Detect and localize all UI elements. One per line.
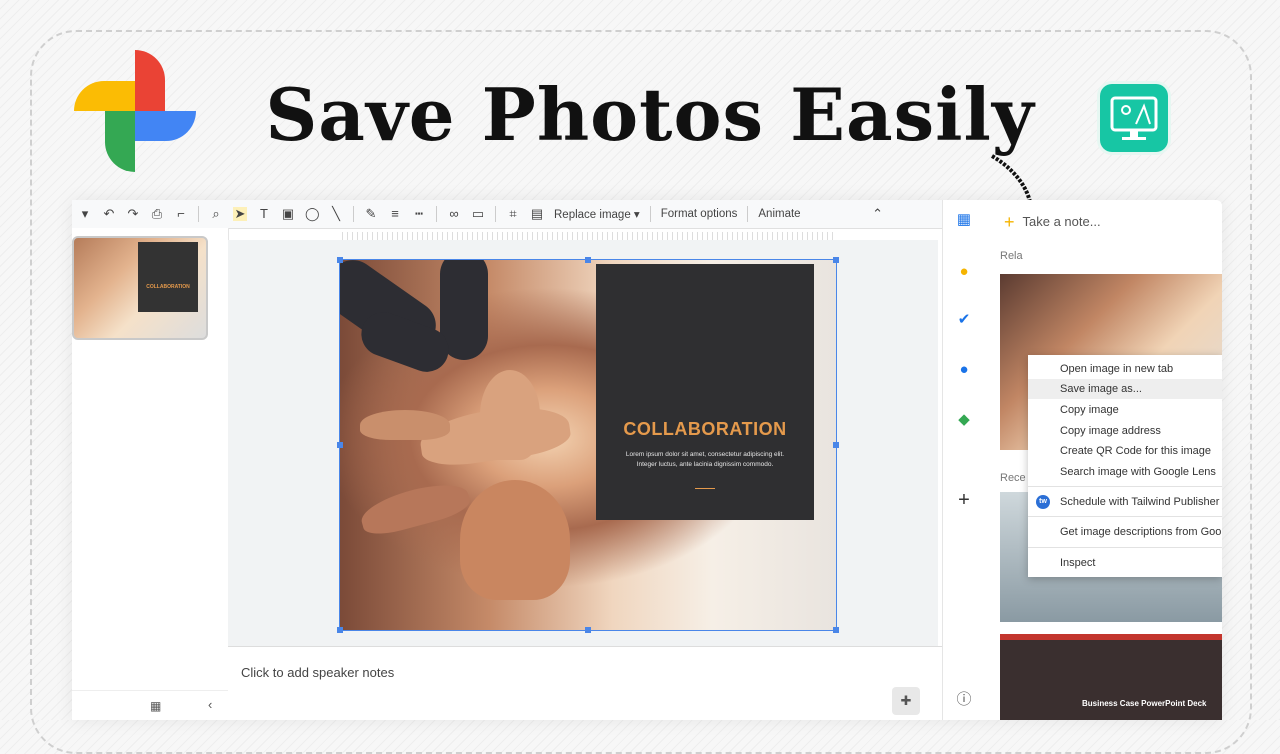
menu-item-image-descriptions[interactable]: Get image descriptions from Goo [1060,526,1221,538]
menu-item-tailwind[interactable]: Schedule with Tailwind Publisher [1060,496,1219,508]
menu-divider [1028,547,1222,548]
slide-canvas: COLLABORATION Lorem ipsum dolor sit amet… [228,240,938,646]
section-label: Rece [1000,472,1026,484]
thumbnail-card: COLLABORATION [138,242,198,312]
textbox-icon[interactable]: T [257,207,271,221]
menu-divider [1028,516,1222,517]
deck-title: Business Case PowerPoint Deck [1082,699,1207,708]
resize-handle[interactable] [833,627,839,633]
contacts-icon[interactable]: ● [954,360,974,380]
filmstrip: COLLABORATION [72,228,229,690]
maps-icon[interactable]: ◆ [954,410,974,430]
hand [357,476,473,540]
border-weight-icon[interactable]: ≡ [388,207,402,221]
resize-handle[interactable] [585,257,591,263]
menu-item-qr-code[interactable]: Create QR Code for this image [1060,445,1211,457]
explore-icon[interactable]: ✚ [892,687,920,715]
divider [747,206,749,222]
ruler [342,232,837,240]
add-addon-icon[interactable]: + [954,490,974,510]
app-badge-icon [1100,84,1168,152]
print-icon[interactable]: ⎙ [150,207,164,221]
slide-body: Lorem ipsum dolor sit amet, consectetur … [625,451,785,468]
accent-line [695,488,715,489]
resize-handle[interactable] [337,257,343,263]
slide-image[interactable]: COLLABORATION Lorem ipsum dolor sit amet… [339,259,837,631]
section-label: Rela [1000,250,1023,262]
slides-screenshot: ▾ ↶ ↷ ⎙ ⌐ ⌕ ➤ T ▣ ◯ ╲ ✎ ≡ ┅ ∞ ▭ ⌗ ▤ Repl… [72,200,1222,720]
divider [353,206,354,222]
menu-item-open-image[interactable]: Open image in new tab [1060,363,1173,375]
resize-handle[interactable] [337,442,343,448]
slide-title: COLLABORATION [623,419,787,439]
line-icon[interactable]: ╲ [329,207,343,221]
animate-button[interactable]: Animate [758,208,800,220]
hand [460,480,570,600]
calendar-icon[interactable]: ▦ [954,210,974,230]
take-note-input[interactable]: + Take a note... [1004,212,1101,233]
keep-image[interactable]: Business Case PowerPoint Deck [1000,634,1222,720]
select-arrow-icon[interactable]: ➤ [233,207,247,221]
pen-icon[interactable]: ✎ [364,207,378,221]
link-icon[interactable]: ∞ [447,207,461,221]
collapse-toolbar-icon[interactable]: ⌃ [871,207,885,221]
thumbnail-title: COLLABORATION [146,284,190,290]
resize-handle[interactable] [337,627,343,633]
side-panel-icons: ▦ ● ✔ ● ◆ + ⓘ [942,200,987,720]
menu-item-save-image[interactable]: Save image as... [1060,383,1142,395]
filmstrip-footer: ▦ ‹ [72,690,228,720]
border-dash-icon[interactable]: ┅ [412,207,426,221]
speaker-notes-placeholder: Click to add speaker notes [241,665,395,680]
speaker-notes[interactable]: Click to add speaker notes ✚ [228,646,942,715]
divider [198,206,199,222]
zoom-icon[interactable]: ⌕ [209,207,223,221]
page-title: Save Photos Easily [265,72,1035,157]
keep-icon[interactable]: ● [954,262,974,282]
mask-image-icon[interactable]: ▤ [530,207,544,221]
shape-icon[interactable]: ◯ [305,207,320,221]
grid-view-icon[interactable]: ▦ [150,699,161,713]
toolbar: ▾ ↶ ↷ ⎙ ⌐ ⌕ ➤ T ▣ ◯ ╲ ✎ ≡ ┅ ∞ ▭ ⌗ ▤ Repl… [72,200,948,229]
paint-format-icon[interactable]: ⌐ [174,207,188,221]
redo-icon[interactable]: ↷ [126,207,140,221]
resize-handle[interactable] [833,442,839,448]
format-options-button[interactable]: Format options [661,208,738,220]
menu-item-copy-address[interactable]: Copy image address [1060,425,1161,437]
divider [436,206,437,222]
text-card: COLLABORATION Lorem ipsum dolor sit amet… [596,264,814,520]
image-icon[interactable]: ▣ [281,207,295,221]
resize-handle[interactable] [585,627,591,633]
menu-item-inspect[interactable]: Inspect [1060,557,1095,569]
divider [649,206,651,222]
crop-icon[interactable]: ⌗ [506,207,520,221]
comment-icon[interactable]: ▭ [471,207,485,221]
chevron-down-icon[interactable]: ▾ [78,207,92,221]
tasks-icon[interactable]: ✔ [954,310,974,330]
collapse-left-icon[interactable]: ‹ [208,697,212,712]
plus-icon: + [1004,212,1015,232]
google-photos-logo [74,50,196,172]
resize-handle[interactable] [833,257,839,263]
menu-item-copy-image[interactable]: Copy image [1060,404,1119,416]
undo-icon[interactable]: ↶ [102,207,116,221]
info-icon[interactable]: ⓘ [954,690,974,710]
menu-divider [1028,486,1222,487]
tailwind-icon: tw [1036,495,1050,509]
divider [495,206,496,222]
menu-item-google-lens[interactable]: Search image with Google Lens [1060,466,1216,478]
hand [360,410,450,440]
context-menu: Open image in new tab Save image as... C… [1028,355,1222,577]
replace-image-button[interactable]: Replace image ▾ [554,207,640,221]
hand [480,370,540,460]
slide-thumbnail[interactable]: COLLABORATION [72,236,208,340]
